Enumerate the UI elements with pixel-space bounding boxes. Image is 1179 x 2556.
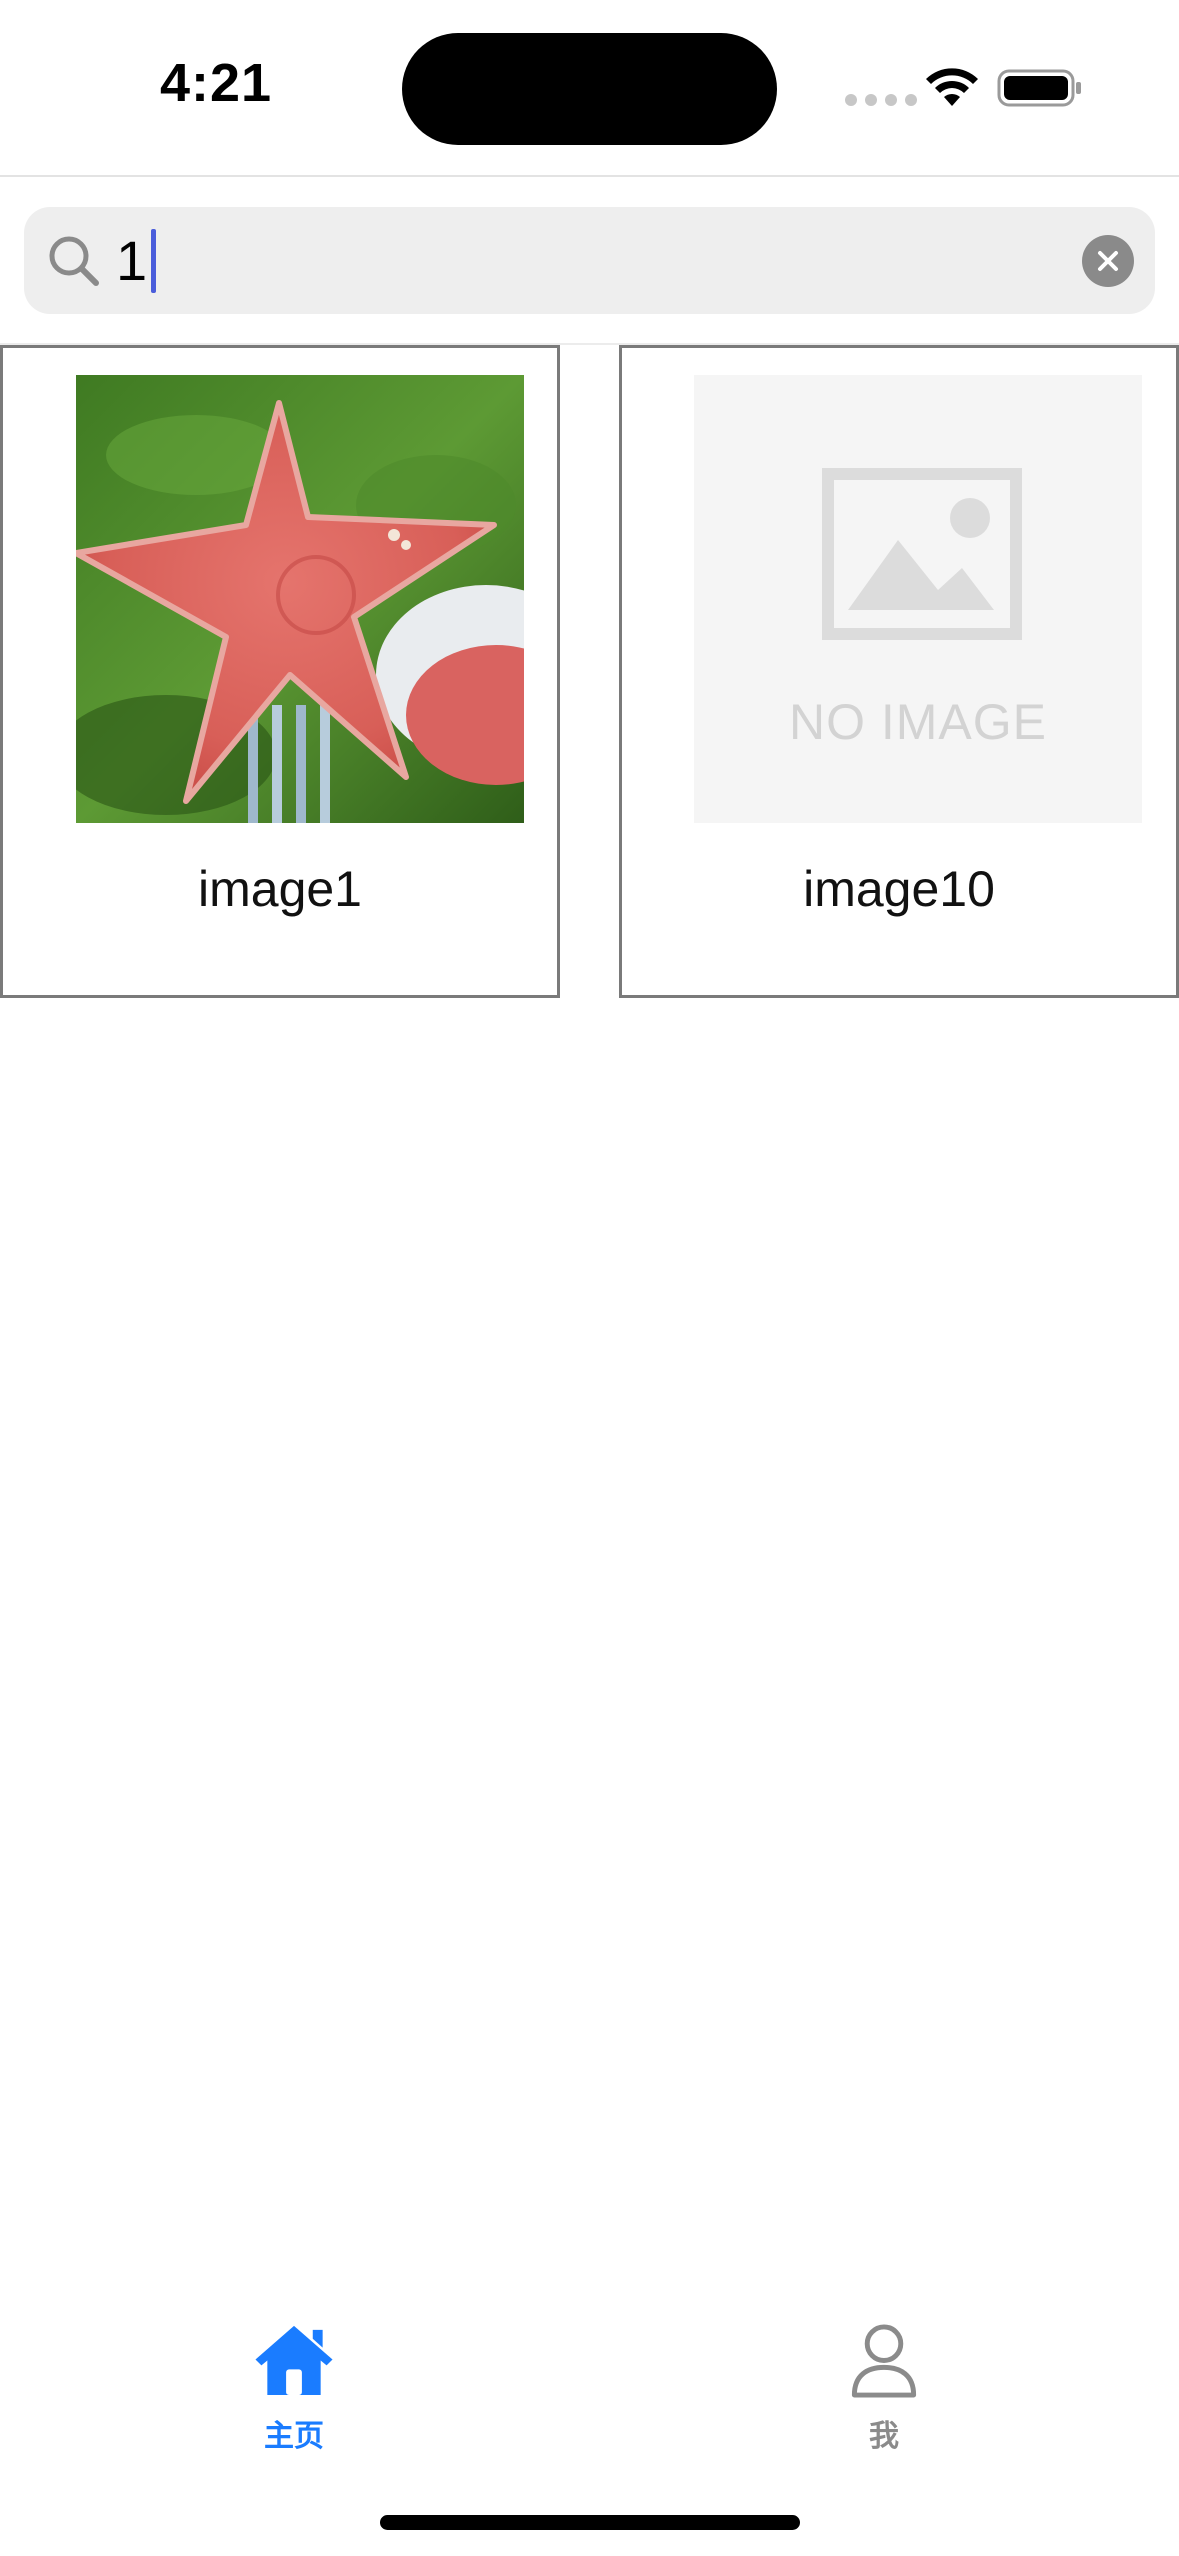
search-query-text: 1 <box>116 229 148 292</box>
search-icon <box>49 236 99 286</box>
no-image-placeholder: NO IMAGE <box>694 375 1142 823</box>
clear-button[interactable] <box>1082 235 1134 287</box>
search-bar[interactable]: 1 <box>24 207 1155 314</box>
status-bar: 4:21 <box>0 0 1179 175</box>
status-time: 4:21 <box>160 53 273 113</box>
clear-icon <box>1098 251 1118 271</box>
star-watermelon-photo <box>76 375 524 823</box>
home-icon <box>255 2325 333 2396</box>
card-label: image10 <box>803 861 995 917</box>
image-placeholder-icon <box>822 468 1022 640</box>
wifi-icon <box>926 68 978 106</box>
tab-me[interactable]: 我 <box>804 2320 964 2455</box>
home-indicator[interactable] <box>380 2515 800 2530</box>
tab-label: 主页 <box>264 2420 324 2453</box>
result-card[interactable]: NO IMAGE image10 <box>619 345 1179 998</box>
dynamic-island <box>402 33 777 145</box>
search-input[interactable]: 1 <box>116 223 157 298</box>
person-icon <box>851 2324 917 2398</box>
battery-icon <box>997 69 1081 107</box>
header-divider <box>0 175 1179 177</box>
card-label: image1 <box>198 861 362 917</box>
tab-label: 我 <box>869 2420 899 2453</box>
no-image-text: NO IMAGE <box>788 694 1048 750</box>
tab-home[interactable]: 主页 <box>214 2320 374 2455</box>
thumbnail-image <box>76 375 524 823</box>
result-card[interactable]: image1 <box>0 345 560 998</box>
text-caret <box>151 228 157 293</box>
screen: 4:21 1 image1 NO IMAGE image10 主页 我 <box>0 0 1179 2556</box>
cellular-signal-icon <box>845 94 917 106</box>
